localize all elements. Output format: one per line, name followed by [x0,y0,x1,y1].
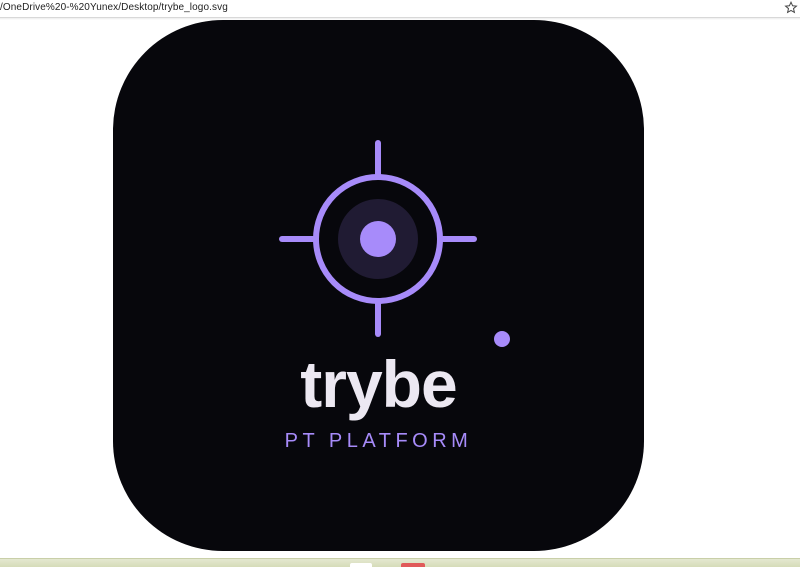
svg-viewer: trybe PT PLATFORM [0,20,800,558]
brand-name: trybe [300,347,457,421]
taskbar-item[interactable] [401,563,425,567]
tagline: PT PLATFORM [284,430,473,452]
taskbar [0,558,800,567]
accent-dot [494,331,510,347]
star-icon[interactable] [784,0,798,16]
address-bar[interactable]: /OneDrive%20-%20Yunex/Desktop/trybe_logo… [0,0,800,18]
logo-canvas [113,20,644,551]
taskbar-item[interactable] [350,563,372,567]
logo-background [113,20,644,551]
address-url[interactable]: /OneDrive%20-%20Yunex/Desktop/trybe_logo… [0,2,228,13]
